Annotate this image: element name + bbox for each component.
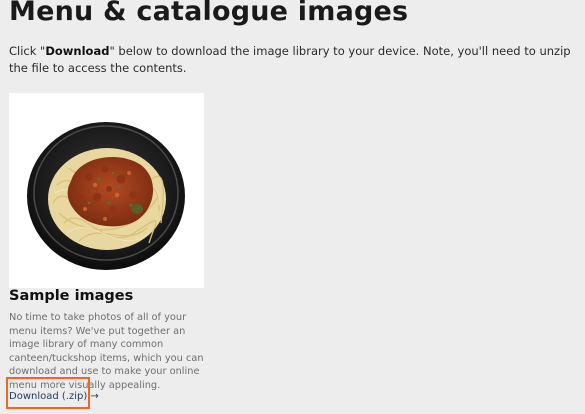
card-title: Sample images	[9, 288, 134, 304]
page-title: Menu & catalogue images	[9, 0, 409, 27]
download-zip-link[interactable]: Download (.zip) →	[9, 391, 99, 402]
spaghetti-bolognese-icon	[27, 122, 185, 270]
intro-prefix: Click "	[9, 44, 46, 58]
intro-download-bold: Download	[45, 44, 110, 58]
sample-image	[9, 93, 204, 288]
intro-text: Click "Download" below to download the i…	[9, 43, 585, 77]
